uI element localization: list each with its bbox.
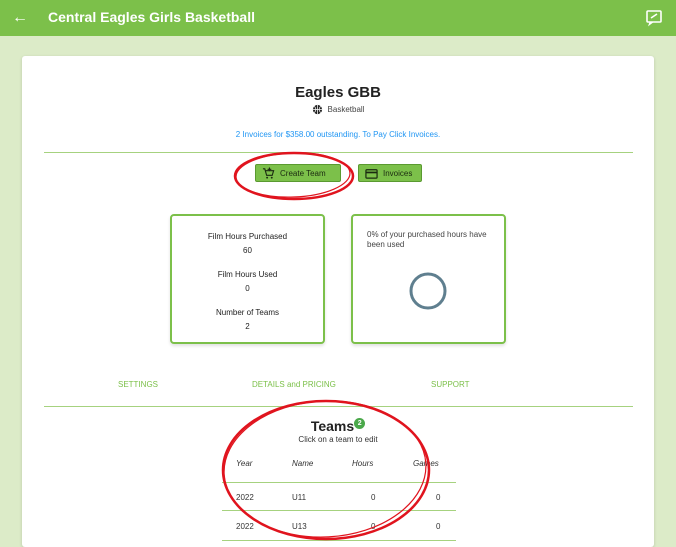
column-header-games: Games — [413, 459, 439, 468]
teams-subtitle: Click on a team to edit — [298, 435, 378, 444]
usage-text: 0% of your purchased hours have been use… — [367, 230, 487, 249]
invoices-label: Invoices — [383, 168, 413, 178]
teams-count-value: 2 — [245, 322, 250, 331]
column-header-name: Name — [292, 459, 314, 468]
team-name: U11 — [292, 493, 307, 502]
credit-card-icon — [365, 168, 378, 179]
details-pricing-link[interactable]: DETAILS and PRICING — [252, 380, 336, 389]
teams-title: Teams — [310, 418, 355, 434]
divider-bottom — [44, 406, 633, 407]
org-name: Eagles GBB — [295, 84, 381, 101]
app-bar: ← Central Eagles Girls Basketball — [0, 0, 676, 36]
column-header-year: Year — [236, 459, 253, 468]
invoice-alert-link[interactable]: 2 Invoices for $358.00 outstanding. To P… — [22, 130, 654, 139]
team-year: 2022 — [236, 493, 254, 502]
sport-label: Basketball — [22, 104, 654, 115]
team-hours: 0 — [371, 493, 376, 502]
organization-card: Eagles GBB Basketball 2 Invoices for $35… — [22, 56, 654, 547]
film-purchased-label: Film Hours Purchased — [207, 232, 288, 241]
table-row[interactable]: 2022 U11 0 0 — [222, 482, 456, 511]
teams-count-badge: 2 — [354, 418, 366, 430]
teams-heading: Teams 2 — [22, 418, 654, 434]
back-arrow-icon[interactable]: ← — [10, 8, 30, 28]
feedback-icon[interactable] — [645, 9, 663, 27]
team-year: 2022 — [236, 522, 254, 531]
divider-top — [44, 152, 633, 153]
team-name: U13 — [292, 522, 307, 531]
app-title: Central Eagles Girls Basketball — [48, 9, 255, 25]
invoices-button[interactable]: Invoices — [358, 164, 422, 182]
settings-link[interactable]: SETTINGS — [118, 380, 158, 389]
team-hours: 0 — [371, 522, 376, 531]
film-stats-box: Film Hours Purchased 60 Film Hours Used … — [170, 214, 325, 344]
teams-count-label: Number of Teams — [216, 308, 279, 317]
team-games: 0 — [436, 522, 441, 531]
table-row[interactable]: 2022 U13 0 0 — [222, 512, 456, 541]
basketball-icon — [312, 104, 322, 115]
team-games: 0 — [436, 493, 441, 502]
film-purchased-value: 60 — [243, 246, 252, 255]
column-header-hours: Hours — [352, 459, 374, 468]
support-link[interactable]: SUPPORT — [431, 380, 470, 389]
add-cart-icon — [262, 166, 275, 179]
film-used-label: Film Hours Used — [217, 270, 278, 279]
sport-name: Basketball — [327, 105, 365, 114]
create-team-button[interactable]: Create Team — [255, 164, 341, 182]
usage-progress-ring — [409, 272, 447, 310]
create-team-label: Create Team — [280, 168, 326, 178]
usage-box: 0% of your purchased hours have been use… — [351, 214, 506, 344]
film-used-value: 0 — [245, 284, 250, 293]
